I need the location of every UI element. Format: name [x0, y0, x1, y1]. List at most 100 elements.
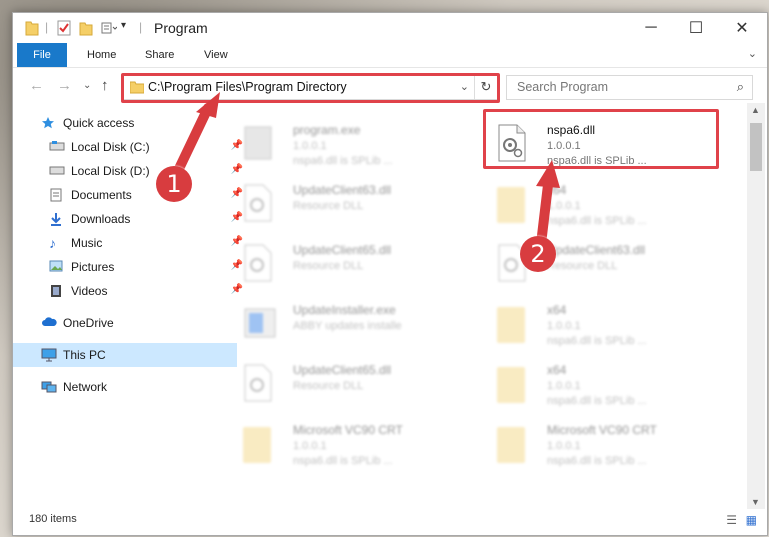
- sidebar-item-label: Videos: [71, 284, 108, 298]
- tab-home[interactable]: Home: [77, 43, 126, 67]
- folder-icon: [497, 187, 525, 223]
- new-folder-icon[interactable]: [79, 20, 93, 36]
- sidebar-item-label: Local Disk (C:): [71, 140, 150, 154]
- file-tile[interactable]: UpdateClient65.dll Resource DLL: [235, 359, 475, 415]
- file-tile[interactable]: program.exe 1.0.0.1 nspa6.dll is SPLib .…: [235, 119, 475, 175]
- file-description: nspa6.dll is SPLib ...: [293, 155, 393, 167]
- exe-file-icon: [243, 123, 273, 163]
- scroll-up-icon[interactable]: ▲: [751, 105, 760, 115]
- status-bar: 180 items ☰ ▦: [13, 507, 767, 533]
- file-version: 1.0.0.1: [547, 320, 581, 332]
- documents-icon: [49, 188, 65, 202]
- file-tile[interactable]: Microsoft VC90 CRT 1.0.0.1 nspa6.dll is …: [489, 419, 729, 475]
- separator: |: [45, 20, 49, 34]
- sidebar-item-documents[interactable]: Documents 📌: [13, 183, 245, 207]
- window-title: Program: [154, 20, 208, 36]
- file-tile[interactable]: UpdateInstaller.exe ABBY updates install…: [235, 299, 475, 355]
- file-tile[interactable]: UpdateClient65.dll Resource DLL: [235, 239, 475, 295]
- sidebar-item-label: OneDrive: [63, 316, 114, 330]
- drive-icon: [49, 164, 65, 178]
- maximize-button[interactable]: ☐: [673, 13, 719, 43]
- file-version: 1.0.0.1: [547, 200, 581, 212]
- navigation-row: ← → ⌄ ↑ C:\Program Files\Program Directo…: [13, 68, 767, 103]
- file-name: x64: [547, 363, 567, 377]
- file-version: 1.0.0.1: [293, 440, 327, 452]
- file-name: UpdateInstaller.exe: [293, 303, 396, 317]
- sidebar-item-label: This PC: [63, 348, 106, 362]
- file-tile[interactable]: Microsoft VC90 CRT 1.0.0.1 nspa6.dll is …: [235, 419, 475, 475]
- file-name: UpdateClient65.dll: [293, 363, 392, 377]
- recent-chevron-icon[interactable]: ⌄: [83, 80, 91, 91]
- file-name: Microsoft VC90 CRT: [293, 423, 403, 437]
- tab-share[interactable]: Share: [135, 43, 184, 67]
- file-description: nspa6.dll is SPLib ...: [547, 335, 647, 347]
- file-name: UpdateClient65.dll: [293, 243, 392, 257]
- folder-icon: [25, 20, 39, 36]
- search-box[interactable]: Search Program ⌕: [506, 75, 753, 100]
- file-highlight: [483, 109, 719, 169]
- tab-file[interactable]: File: [17, 43, 67, 67]
- sidebar-item-local-disk-d[interactable]: Local Disk (D:) 📌: [13, 159, 245, 183]
- sidebar-item-quick-access[interactable]: Quick access: [13, 111, 237, 135]
- minimize-button[interactable]: ─: [628, 13, 674, 43]
- sidebar-item-label: Network: [63, 380, 108, 394]
- sidebar-item-local-disk-c[interactable]: Local Disk (C:) 📌: [13, 135, 245, 159]
- forward-icon[interactable]: →: [57, 77, 72, 94]
- up-icon[interactable]: ↑: [101, 77, 109, 94]
- scroll-thumb[interactable]: [750, 123, 762, 171]
- properties-icon[interactable]: [57, 20, 71, 36]
- sidebar-item-label: Music: [71, 236, 103, 250]
- details-view-icon[interactable]: ☰: [726, 513, 737, 527]
- sidebar-item-onedrive[interactable]: OneDrive: [13, 311, 237, 335]
- chevron-down-icon[interactable]: ⌄: [748, 47, 757, 60]
- installer-icon: [243, 303, 276, 343]
- sidebar-item-label: Quick access: [63, 116, 135, 130]
- file-tile[interactable]: x64 1.0.0.1 nspa6.dll is SPLib ...: [489, 299, 729, 355]
- sidebar-item-downloads[interactable]: Downloads 📌: [13, 207, 245, 231]
- vertical-scrollbar[interactable]: ▲ ▼: [747, 103, 765, 509]
- sidebar-item-pictures[interactable]: Pictures 📌: [13, 255, 245, 279]
- sidebar-item-this-pc[interactable]: This PC: [13, 343, 237, 367]
- file-name: x64: [547, 303, 567, 317]
- file-tile[interactable]: x64 1.0.0.1 nspa6.dll is SPLib ...: [489, 179, 729, 235]
- folder-icon: [497, 367, 525, 403]
- file-tile[interactable]: UpdateClient63.dll Resource DLL: [235, 179, 475, 235]
- sidebar-item-label: Local Disk (D:): [71, 164, 150, 178]
- sidebar-item-network[interactable]: Network: [13, 375, 237, 399]
- step-1-badge: 1: [156, 166, 192, 202]
- sidebar-item-music[interactable]: ♪ Music 📌: [13, 231, 245, 255]
- title-bar: | ▾ | Program ─ ☐ ✕: [13, 13, 767, 43]
- search-icon: ⌕: [736, 79, 744, 94]
- file-name: UpdateClient63.dll: [293, 183, 392, 197]
- file-version: 1.0.0.1: [547, 380, 581, 392]
- tab-view[interactable]: View: [194, 43, 238, 67]
- folder-icon: [497, 307, 525, 343]
- tiles-view-icon[interactable]: ▦: [746, 513, 757, 527]
- dll-file-icon: [243, 363, 273, 403]
- folder-icon: [243, 427, 271, 463]
- sidebar-item-label: Downloads: [71, 212, 131, 226]
- network-icon: [41, 380, 57, 394]
- folder-icon: [497, 427, 525, 463]
- back-icon[interactable]: ←: [29, 77, 44, 94]
- file-list: program.exe 1.0.0.1 nspa6.dll is SPLib .…: [225, 103, 745, 509]
- step-2-badge: 2: [520, 236, 556, 272]
- file-tile[interactable]: x64 1.0.0.1 nspa6.dll is SPLib ...: [489, 359, 729, 415]
- close-button[interactable]: ✕: [719, 13, 765, 43]
- file-version: Resource DLL: [293, 260, 364, 272]
- sidebar-item-label: Pictures: [71, 260, 115, 274]
- pictures-icon: [49, 260, 65, 274]
- file-name: UpdateClient63.dll: [547, 243, 646, 257]
- scroll-down-icon[interactable]: ▼: [751, 497, 760, 507]
- sidebar-item-videos[interactable]: Videos 📌: [13, 279, 245, 303]
- search-input[interactable]: Search Program: [517, 80, 608, 94]
- chevron-down-icon[interactable]: ▾: [121, 20, 126, 36]
- sidebar-item-label: Documents: [71, 188, 132, 202]
- file-description: nspa6.dll is SPLib ...: [547, 215, 647, 227]
- customize-icon[interactable]: [101, 20, 118, 36]
- item-count: 180 items: [29, 513, 77, 525]
- dll-file-icon: [243, 183, 273, 223]
- download-icon: [49, 212, 65, 226]
- file-version: 1.0.0.1: [547, 440, 581, 452]
- file-version: ABBY updates installe: [293, 320, 402, 332]
